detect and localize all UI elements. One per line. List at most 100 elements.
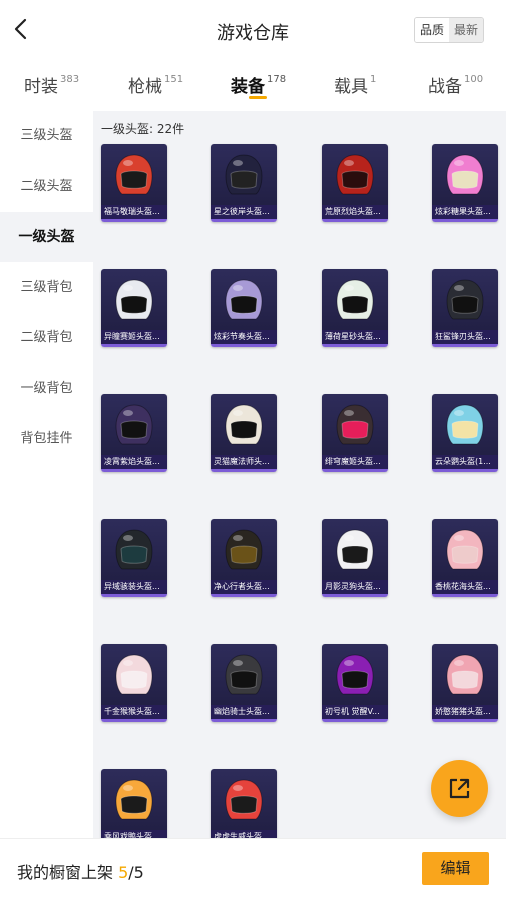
warehouse-screen: 游戏仓库 品质 最新 时装 383 枪械 151 装备 178 载具 1 战备 100 三… bbox=[0, 0, 506, 897]
edit-button[interactable]: 编辑 bbox=[422, 852, 489, 885]
helmet-icon bbox=[446, 279, 484, 320]
item-card[interactable]: 星之彼岸头盔... bbox=[211, 144, 277, 222]
tab-count: 383 bbox=[60, 74, 80, 86]
tab-equipment[interactable]: 装备 178 bbox=[231, 72, 286, 97]
item-card[interactable]: 薄荷星砂头盔... bbox=[322, 269, 388, 347]
helmet-icon bbox=[446, 404, 484, 445]
sort-newest-button[interactable]: 最新 bbox=[449, 18, 484, 42]
item-name: 娇憨猪猪头盔... bbox=[432, 705, 498, 719]
item-name: 星之彼岸头盔... bbox=[211, 205, 277, 219]
item-name: 灵猫魔法师头... bbox=[211, 455, 277, 469]
category-tabs: 时装 383 枪械 151 装备 178 载具 1 战备 100 bbox=[0, 62, 506, 108]
item-card[interactable]: 娇憨猪猪头盔... bbox=[432, 644, 498, 722]
item-card[interactable]: 乘风戏鸭头盔... bbox=[101, 769, 167, 838]
item-card[interactable]: 炫彩节奏头盔... bbox=[211, 269, 277, 347]
item-name: 云朵鹦头盔(1... bbox=[432, 455, 498, 469]
item-card[interactable]: 灵猫魔法师头... bbox=[211, 394, 277, 472]
showcase-label: 我的橱窗上架 bbox=[17, 863, 119, 882]
tab-label: 战备 bbox=[428, 77, 462, 97]
item-card[interactable]: 云朵鹦头盔(1... bbox=[432, 394, 498, 472]
tab-count: 178 bbox=[267, 74, 287, 86]
helmet-icon bbox=[336, 279, 374, 320]
helmet-icon bbox=[115, 779, 153, 820]
item-card[interactable]: 福马敬瑞头盔... bbox=[101, 144, 167, 222]
tab-label: 时装 bbox=[24, 77, 58, 97]
item-name: 凌霄紫焰头盔... bbox=[101, 455, 167, 469]
share-external-icon bbox=[449, 778, 470, 799]
helmet-icon bbox=[115, 404, 153, 445]
sidebar-item-backpack-charm[interactable]: 背包挂件 bbox=[0, 414, 93, 464]
tab-supplies[interactable]: 战备 100 bbox=[428, 72, 483, 97]
item-name: 炫彩节奏头盔... bbox=[211, 330, 277, 344]
item-card[interactable]: 幽焰骑士头盔... bbox=[211, 644, 277, 722]
sidebar-item-level3-backpack[interactable]: 三级背包 bbox=[0, 263, 93, 313]
helmet-icon bbox=[225, 779, 263, 820]
helmet-icon bbox=[446, 654, 484, 695]
item-card[interactable]: 月影灵狗头盔... bbox=[322, 519, 388, 597]
tab-count: 100 bbox=[464, 74, 484, 86]
helmet-icon bbox=[115, 279, 153, 320]
item-card[interactable]: 初号机 觉醒V... bbox=[322, 644, 388, 722]
helmet-icon bbox=[336, 404, 374, 445]
tab-label: 装备 bbox=[231, 77, 265, 97]
item-card[interactable]: 虎虎生威头盔... bbox=[211, 769, 277, 838]
sidebar-item-level2-helmet[interactable]: 二级头盔 bbox=[0, 162, 93, 212]
item-name: 绯穹魔姬头盔... bbox=[322, 455, 388, 469]
item-name: 福马敬瑞头盔... bbox=[101, 205, 167, 219]
sidebar-item-level1-backpack[interactable]: 一级背包 bbox=[0, 364, 93, 414]
helmet-icon bbox=[115, 529, 153, 570]
helmet-icon bbox=[446, 154, 484, 195]
item-count: 一级头盔: 22件 bbox=[101, 122, 185, 136]
helmet-icon bbox=[115, 654, 153, 695]
header: 游戏仓库 品质 最新 bbox=[0, 0, 506, 60]
item-name: 乘风戏鸭头盔... bbox=[101, 830, 167, 838]
item-name: 净心行者头盔... bbox=[211, 580, 277, 594]
item-card[interactable]: 异域骇装头盔... bbox=[101, 519, 167, 597]
tab-vehicles[interactable]: 载具 1 bbox=[334, 72, 376, 97]
tab-fashion[interactable]: 时装 383 bbox=[24, 72, 79, 97]
tab-weapons[interactable]: 枪械 151 bbox=[128, 72, 183, 97]
item-name: 月影灵狗头盔... bbox=[322, 580, 388, 594]
tab-count: 151 bbox=[164, 74, 184, 86]
item-card[interactable]: 荒原烈焰头盔... bbox=[322, 144, 388, 222]
item-name: 幽焰骑士头盔... bbox=[211, 705, 277, 719]
item-name: 千金猴猴头盔... bbox=[101, 705, 167, 719]
showcase-status: 我的橱窗上架 5/5 bbox=[17, 859, 144, 883]
showcase-total: 5 bbox=[133, 863, 144, 882]
tab-label: 载具 bbox=[334, 77, 368, 97]
sidebar-item-level3-helmet[interactable]: 三级头盔 bbox=[0, 111, 93, 161]
helmet-icon bbox=[115, 154, 153, 195]
showcase-current: 5 bbox=[118, 863, 129, 882]
item-name: 薄荷星砂头盔... bbox=[322, 330, 388, 344]
item-name: 荒原烈焰头盔... bbox=[322, 205, 388, 219]
helmet-icon bbox=[336, 529, 374, 570]
sidebar-item-level1-helmet[interactable]: 一级头盔 bbox=[0, 212, 93, 262]
helmet-icon bbox=[225, 404, 263, 445]
share-button[interactable] bbox=[431, 760, 488, 817]
item-card[interactable]: 炫彩糖果头盔... bbox=[432, 144, 498, 222]
item-card[interactable]: 异瞳赛姬头盔... bbox=[101, 269, 167, 347]
tab-label: 枪械 bbox=[128, 77, 162, 97]
item-card[interactable]: 绯穹魔姬头盔... bbox=[322, 394, 388, 472]
item-card[interactable]: 香桃花海头盔... bbox=[432, 519, 498, 597]
helmet-icon bbox=[336, 154, 374, 195]
item-name: 异瞳赛姬头盔... bbox=[101, 330, 167, 344]
item-name: 虎虎生威头盔... bbox=[211, 830, 277, 838]
item-card[interactable]: 净心行者头盔... bbox=[211, 519, 277, 597]
item-name: 初号机 觉醒V... bbox=[322, 705, 388, 719]
item-name: 香桃花海头盔... bbox=[432, 580, 498, 594]
item-card[interactable]: 凌霄紫焰头盔... bbox=[101, 394, 167, 472]
helmet-icon bbox=[336, 654, 374, 695]
sort-quality-button[interactable]: 品质 bbox=[415, 18, 450, 42]
helmet-icon bbox=[225, 154, 263, 195]
showcase-bar: 我的橱窗上架 5/5 编辑 bbox=[0, 838, 506, 897]
tab-count: 1 bbox=[370, 74, 377, 86]
sidebar: 三级头盔 二级头盔 一级头盔 三级背包 二级背包 一级背包 背包挂件 bbox=[0, 111, 93, 838]
sort-toggle: 品质 最新 bbox=[414, 17, 485, 43]
helmet-icon bbox=[225, 529, 263, 570]
item-card[interactable]: 千金猴猴头盔... bbox=[101, 644, 167, 722]
item-card[interactable]: 狂鲨锋刃头盔... bbox=[432, 269, 498, 347]
active-tab-indicator bbox=[249, 96, 267, 99]
item-panel: 一级头盔: 22件 福马敬瑞头盔... 星之彼岸头盔... 荒原烈焰头盔... 炫彩糖… bbox=[93, 111, 506, 838]
sidebar-item-level2-backpack[interactable]: 二级背包 bbox=[0, 313, 93, 363]
